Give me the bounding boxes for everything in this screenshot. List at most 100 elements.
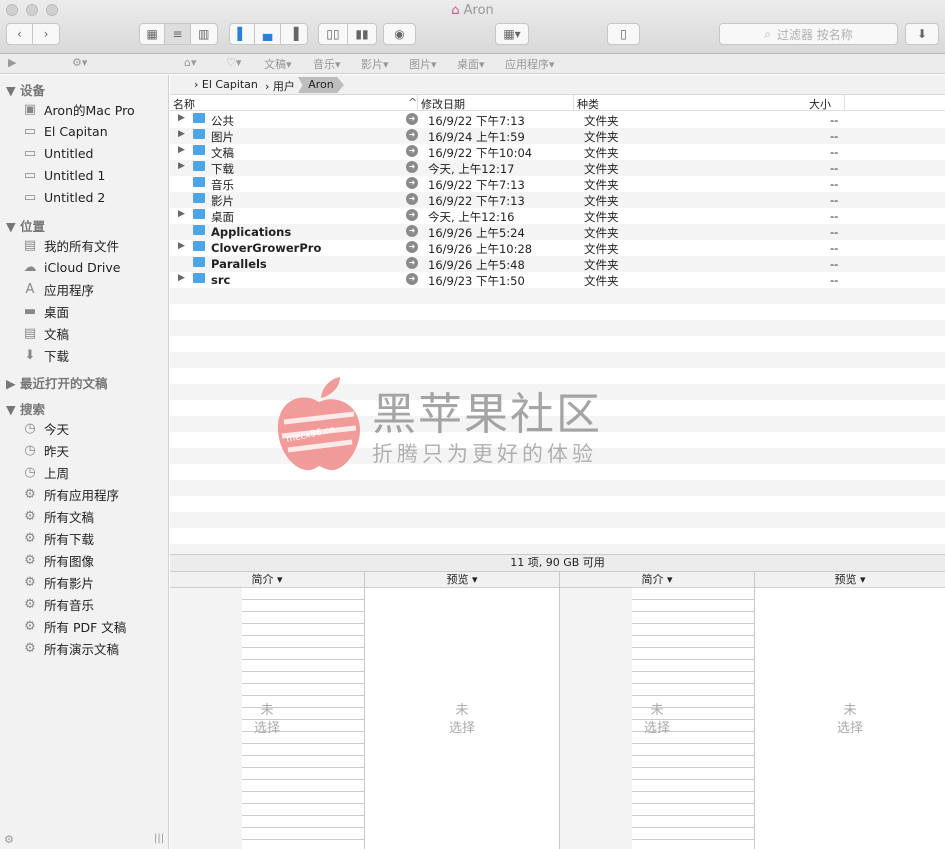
go-arrow-icon[interactable]: ➜: [406, 273, 418, 285]
sidebar-item-devices-3[interactable]: ▭ Untitled 1: [22, 165, 106, 185]
sidebar-item-places-1[interactable]: ☁ iCloud Drive: [22, 257, 121, 277]
preview-pane-header[interactable]: 预览 ▾: [755, 572, 945, 588]
fav-item-docs[interactable]: 文稿▾: [264, 56, 292, 72]
search-field[interactable]: ⌕ 过滤器 按名称: [719, 23, 898, 45]
sidebar-item-search-7[interactable]: ⚙ 所有影片: [22, 572, 94, 592]
disclosure-triangle-icon[interactable]: ▶: [178, 209, 185, 219]
go-arrow-icon[interactable]: ➜: [406, 193, 418, 205]
list-view-button[interactable]: ≡: [165, 24, 191, 44]
sidebar-item-search-5[interactable]: ⚙ 所有下载: [22, 528, 94, 548]
sidebar-item-places-3[interactable]: ▬ 桌面: [22, 301, 69, 321]
fav-item-music[interactable]: 音乐▾: [313, 56, 341, 72]
col-kind[interactable]: 种类: [577, 96, 599, 112]
empty-row: [170, 320, 945, 336]
breadcrumb-volume[interactable]: › El Capitan: [194, 78, 258, 91]
sidebar-section-places[interactable]: ▼ 位置: [6, 216, 45, 235]
fav-item-apps[interactable]: 应用程序▾: [505, 56, 555, 72]
breadcrumb-current[interactable]: Aron: [298, 77, 344, 93]
forward-button[interactable]: ›: [33, 24, 59, 44]
sidebar-item-search-8[interactable]: ⚙ 所有音乐: [22, 594, 94, 614]
go-arrow-icon[interactable]: ➜: [406, 257, 418, 269]
sidebar-resize-handle[interactable]: |||: [154, 833, 164, 844]
file-row[interactable]: ▶ 公共 ➜ 16/9/22 下午7:13 文件夹 --: [170, 112, 945, 128]
go-arrow-icon[interactable]: ➜: [406, 129, 418, 141]
sidebar-item-places-5[interactable]: ⬇ 下载: [22, 345, 69, 365]
disclosure-triangle-icon[interactable]: ▶: [178, 273, 185, 283]
sidebar-item-search-10[interactable]: ⚙ 所有演示文稿: [22, 638, 119, 658]
preview-pane-header[interactable]: 预览 ▾: [365, 572, 559, 588]
fav-item-desktop[interactable]: 桌面▾: [457, 56, 485, 72]
home-menu[interactable]: ⌂▾: [184, 56, 197, 69]
disclosure-triangle-icon[interactable]: ▶: [178, 145, 185, 155]
sidebar-section-search[interactable]: ▼ 搜索: [6, 399, 45, 418]
col-size[interactable]: 大小: [809, 96, 831, 112]
home-icon: ⌂: [184, 56, 191, 69]
dual-pane-button[interactable]: ▮▮: [348, 24, 376, 44]
document-icon: ▯: [620, 27, 627, 41]
file-row[interactable]: 影片 ➜ 16/9/22 下午7:13 文件夹 --: [170, 192, 945, 208]
column-view-button[interactable]: ▥: [191, 24, 217, 44]
sidebar-item-places-4[interactable]: ▤ 文稿: [22, 323, 69, 343]
share-button[interactable]: ▯: [607, 23, 640, 45]
file-row[interactable]: ▶ 下载 ➜ 今天, 上午12:17 文件夹 --: [170, 160, 945, 176]
fav-item-pictures[interactable]: 图片▾: [409, 56, 437, 72]
sidebar-item-search-0[interactable]: ◷ 今天: [22, 418, 69, 438]
go-arrow-icon[interactable]: ➜: [406, 177, 418, 189]
sidebar-item-places-2[interactable]: A 应用程序: [22, 279, 94, 299]
file-size: --: [830, 257, 839, 271]
disclosure-triangle-icon[interactable]: ▶: [178, 129, 185, 139]
cover-flow-button[interactable]: ▯▯: [319, 24, 348, 44]
file-kind: 文件夹: [584, 210, 619, 224]
fav-item-movies[interactable]: 影片▾: [361, 56, 389, 72]
sidebar-section-recent[interactable]: ▶ 最近打开的文稿: [6, 373, 108, 392]
go-arrow-icon[interactable]: ➜: [406, 209, 418, 221]
arrange-button[interactable]: ▦▾: [495, 23, 529, 45]
download-button[interactable]: ⬇: [905, 23, 939, 45]
disclosure-triangle-icon[interactable]: ▶: [178, 161, 185, 171]
file-row[interactable]: 音乐 ➜ 16/9/22 下午7:13 文件夹 --: [170, 176, 945, 192]
icon-view-button[interactable]: ▦: [140, 24, 166, 44]
back-button[interactable]: ‹: [7, 24, 34, 44]
breadcrumb-users[interactable]: › 用户: [265, 78, 295, 94]
file-row[interactable]: ▶ 图片 ➜ 16/9/24 上午1:59 文件夹 --: [170, 128, 945, 144]
sidebar-toggle[interactable]: ▶: [8, 56, 16, 69]
sidebar-item-devices-2[interactable]: ▭ Untitled: [22, 143, 94, 163]
file-row[interactable]: Applications ➜ 16/9/26 上午5:24 文件夹 --: [170, 224, 945, 240]
disclosure-triangle-icon[interactable]: ▶: [178, 241, 185, 251]
quick-look-button[interactable]: ◉: [383, 23, 416, 45]
sidebar-footer-gear[interactable]: ⚙: [4, 833, 14, 846]
favorites-menu[interactable]: ♡▾: [226, 56, 241, 69]
info-pane-header[interactable]: 简介 ▾: [560, 572, 754, 588]
sidebar-item-search-9[interactable]: ⚙ 所有 PDF 文稿: [22, 616, 126, 636]
grid-icon: ▦: [146, 27, 158, 41]
sidebar-item-devices-4[interactable]: ▭ Untitled 2: [22, 187, 106, 207]
sidebar-item-devices-1[interactable]: ▭ El Capitan: [22, 121, 108, 141]
layout-left-button[interactable]: ▌: [230, 24, 256, 44]
col-name[interactable]: 名称: [173, 96, 195, 112]
go-arrow-icon[interactable]: ➜: [406, 145, 418, 157]
sidebar-item-places-0[interactable]: ▤ 我的所有文件: [22, 235, 119, 255]
info-pane-header[interactable]: 简介 ▾: [170, 572, 364, 588]
sidebar-item-search-3[interactable]: ⚙ 所有应用程序: [22, 484, 119, 504]
layout-right-button[interactable]: ▐: [281, 24, 307, 44]
sidebar-item-search-2[interactable]: ◷ 上周: [22, 462, 69, 482]
go-arrow-icon[interactable]: ➜: [406, 161, 418, 173]
layout-bottom-button[interactable]: ▄: [255, 24, 281, 44]
go-arrow-icon[interactable]: ➜: [406, 241, 418, 253]
file-row[interactable]: Parallels ➜ 16/9/26 上午5:48 文件夹 --: [170, 256, 945, 272]
col-modified[interactable]: 修改日期: [421, 96, 465, 112]
go-arrow-icon[interactable]: ➜: [406, 225, 418, 237]
file-row[interactable]: ▶ 桌面 ➜ 今天, 上午12:16 文件夹 --: [170, 208, 945, 224]
disclosure-triangle-icon[interactable]: ▶: [178, 113, 185, 123]
sidebar-item-search-1[interactable]: ◷ 昨天: [22, 440, 69, 460]
file-row[interactable]: ▶ src ➜ 16/9/23 下午1:50 文件夹 --: [170, 272, 945, 288]
file-row[interactable]: ▶ CloverGrowerPro ➜ 16/9/26 上午10:28 文件夹 --: [170, 240, 945, 256]
sidebar-section-devices[interactable]: ▼ 设备: [6, 80, 45, 99]
sidebar-item-search-4[interactable]: ⚙ 所有文稿: [22, 506, 94, 526]
file-row[interactable]: ▶ 文稿 ➜ 16/9/22 下午10:04 文件夹 --: [170, 144, 945, 160]
sidebar-item-label: 所有音乐: [44, 597, 95, 613]
sidebar-item-search-6[interactable]: ⚙ 所有图像: [22, 550, 94, 570]
go-arrow-icon[interactable]: ➜: [406, 113, 418, 125]
action-gear-button[interactable]: ⚙▾: [72, 56, 87, 69]
sidebar-item-devices-0[interactable]: ▣ Aron的Mac Pro: [22, 99, 135, 119]
